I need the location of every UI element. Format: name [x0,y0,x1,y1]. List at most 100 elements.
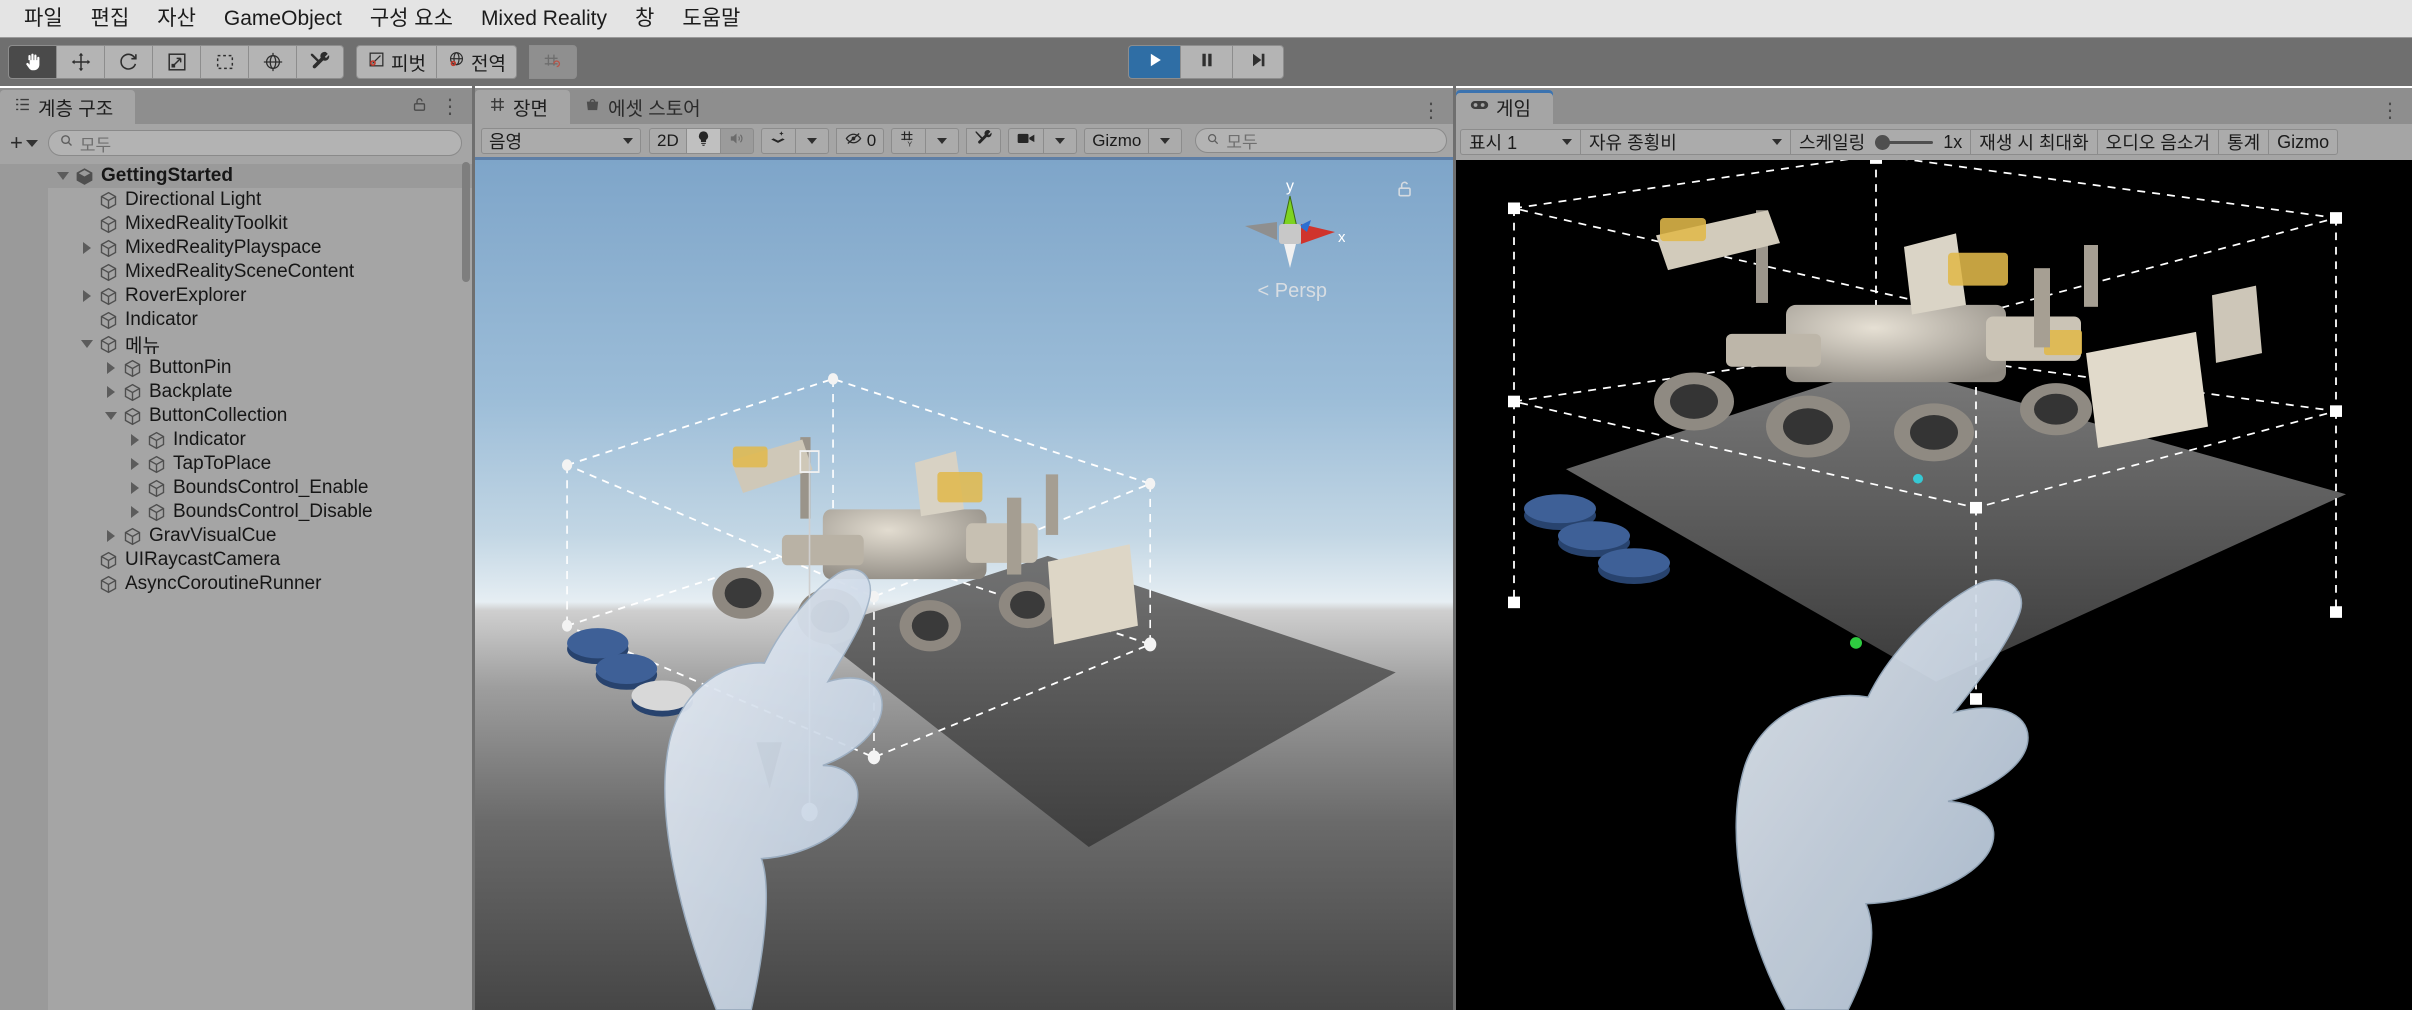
chevron-down-icon[interactable] [76,340,98,348]
hierarchy-item-asynccoroutinerunner[interactable]: AsyncCoroutineRunner [0,572,472,596]
hierarchy-item-backplate[interactable]: Backplate [0,380,472,404]
scale-slider-knob[interactable] [1875,134,1891,150]
chevron-right-icon[interactable] [76,242,98,254]
rotate-tool-button[interactable] [104,45,152,79]
scale-tool-button[interactable] [152,45,200,79]
hand-tool-button[interactable] [8,45,56,79]
scene-fx-dropdown[interactable] [794,127,829,154]
scene-search-input[interactable]: 모두 [1195,128,1447,153]
game-viewport[interactable] [1456,160,2412,1010]
scene-component-tools-button[interactable] [966,127,1002,154]
toggle-2d-button[interactable]: 2D [649,127,686,154]
hierarchy-item-mixedrealityscenecontent[interactable]: MixedRealitySceneContent [0,260,472,284]
hierarchy-item-directional-light[interactable]: Directional Light [0,188,472,212]
menu-item-component[interactable]: 구성 요소 [356,6,467,31]
hierarchy-search-input[interactable]: 모두 [47,130,462,156]
scale-label: 스케일링 [1799,133,1866,153]
chevron-right-icon[interactable] [76,290,98,302]
pause-button[interactable] [1180,45,1232,79]
hierarchy-item-label: RoverExplorer [125,285,247,306]
chevron-right-icon[interactable] [124,434,146,446]
scene-top-divider [475,86,1453,88]
chevron-right-icon[interactable] [100,362,122,374]
chevron-down-icon[interactable] [52,172,74,180]
move-tool-button[interactable] [56,45,104,79]
scene-viewport[interactable]: y x < Persp [475,160,1453,1010]
game-menu-icon[interactable]: ⋮ [2380,101,2400,121]
step-button[interactable] [1232,45,1284,79]
scene-grid-axis-button[interactable]: Y [891,127,926,154]
transform-tool-button[interactable] [248,45,296,79]
scene-gizmo-label: Gizmo [1092,130,1142,150]
rect-tool-button[interactable] [200,45,248,79]
tab-hierarchy[interactable]: 계층 구조 [0,90,136,124]
menu-item-help[interactable]: 도움말 [668,6,754,31]
hierarchy-item--[interactable]: 메뉴 [0,332,472,357]
scene-fx-button[interactable] [760,127,795,154]
mute-audio-button[interactable]: 오디오 음소거 [2096,129,2219,155]
chevron-right-icon[interactable] [100,386,122,398]
hierarchy-item-roverexplorer[interactable]: RoverExplorer [0,284,472,308]
play-button[interactable] [1128,45,1180,79]
chevron-down-icon[interactable] [100,412,122,420]
scene-gizmo-button[interactable]: Gizmo [1084,127,1149,154]
chevron-right-icon[interactable] [124,458,146,470]
hierarchy-item-boundscontrol-enable[interactable]: BoundsControl_Enable [0,476,472,500]
hierarchy-item-buttonpin[interactable]: ButtonPin [0,356,472,380]
lock-icon[interactable] [411,96,428,118]
display-dropdown[interactable]: 표시 1 [1460,129,1580,155]
hierarchy-item-indicator[interactable]: Indicator [0,428,472,452]
scene-projection-label[interactable]: < Persp [1258,280,1328,303]
scene-visibility-group: 0 [835,127,885,154]
aspect-ratio-dropdown[interactable]: 자유 종횡비 [1580,129,1790,155]
pivot-mode-button[interactable]: 피벗 [356,45,436,79]
menu-item-file[interactable]: 파일 [10,6,77,31]
menu-item-assets[interactable]: 자산 [143,6,210,31]
menu-item-window[interactable]: 창 [621,6,668,31]
effects-icon [769,129,787,152]
hierarchy-item-gettingstarted[interactable]: GettingStarted [0,164,472,188]
scale-slider-track[interactable] [1875,134,1934,150]
scene-lighting-button[interactable] [685,127,720,154]
hierarchy-item-uiraycastcamera[interactable]: UIRaycastCamera [0,548,472,572]
scene-gizmo-lock-icon[interactable] [1395,178,1415,205]
scene-gizmo-dropdown[interactable] [1148,127,1183,154]
scale-slider-control[interactable]: 스케일링 1x [1790,129,1971,155]
menu-item-edit[interactable]: 편집 [77,6,144,31]
menu-item-gameobject[interactable]: GameObject [210,6,356,31]
scene-visibility-button[interactable]: 0 [835,127,885,154]
maximize-on-play-button[interactable]: 재생 시 최대화 [1970,129,2097,155]
tab-asset-store[interactable]: 에셋 스토어 [569,90,723,124]
handle-rotation-button[interactable]: 전역 [435,45,517,79]
hierarchy-item-taptoplace[interactable]: TapToPlace [0,452,472,476]
custom-tool-button[interactable] [296,45,344,79]
scene-grid-dropdown[interactable] [925,127,960,154]
scene-audio-button[interactable] [719,127,754,154]
draw-mode-dropdown[interactable]: 음영 [481,127,641,154]
hierarchy-item-boundscontrol-disable[interactable]: BoundsControl_Disable [0,500,472,524]
menu-item-mixed-reality[interactable]: Mixed Reality [467,6,621,31]
grid-snap-button[interactable] [528,45,577,79]
hierarchy-tree[interactable]: GettingStarted Directional Light MixedReal… [0,162,472,1010]
chevron-right-icon[interactable] [124,506,146,518]
hierarchy-menu-icon[interactable]: ⋮ [440,97,460,117]
scene-camera-dropdown[interactable] [1043,127,1078,154]
scene-camera-button[interactable] [1008,127,1044,154]
hierarchy-item-gravvisualcue[interactable]: GravVisualCue [0,524,472,548]
game-gizmos-button[interactable]: Gizmo [2268,129,2339,155]
chevron-right-icon[interactable] [100,530,122,542]
tab-game[interactable]: 게임 [1456,90,1553,124]
hierarchy-item-indicator[interactable]: Indicator [0,308,472,332]
hierarchy-item-mixedrealitytoolkit[interactable]: MixedRealityToolkit [0,212,472,236]
tab-scene[interactable]: 장면 [475,90,570,124]
add-gameobject-button[interactable]: + [10,130,42,156]
hierarchy-item-mixedrealityplayspace[interactable]: MixedRealityPlayspace [0,236,472,260]
scene-menu-icon[interactable]: ⋮ [1421,101,1441,121]
hierarchy-item-buttoncollection[interactable]: ButtonCollection [0,404,472,428]
chevron-down-icon [806,137,817,144]
chevron-right-icon[interactable] [124,482,146,494]
scene-orientation-gizmo[interactable]: y x [1235,174,1345,284]
hierarchy-scrollbar[interactable] [462,162,470,282]
scene-grid-group: Y [891,127,960,154]
stats-button[interactable]: 통계 [2218,129,2269,155]
